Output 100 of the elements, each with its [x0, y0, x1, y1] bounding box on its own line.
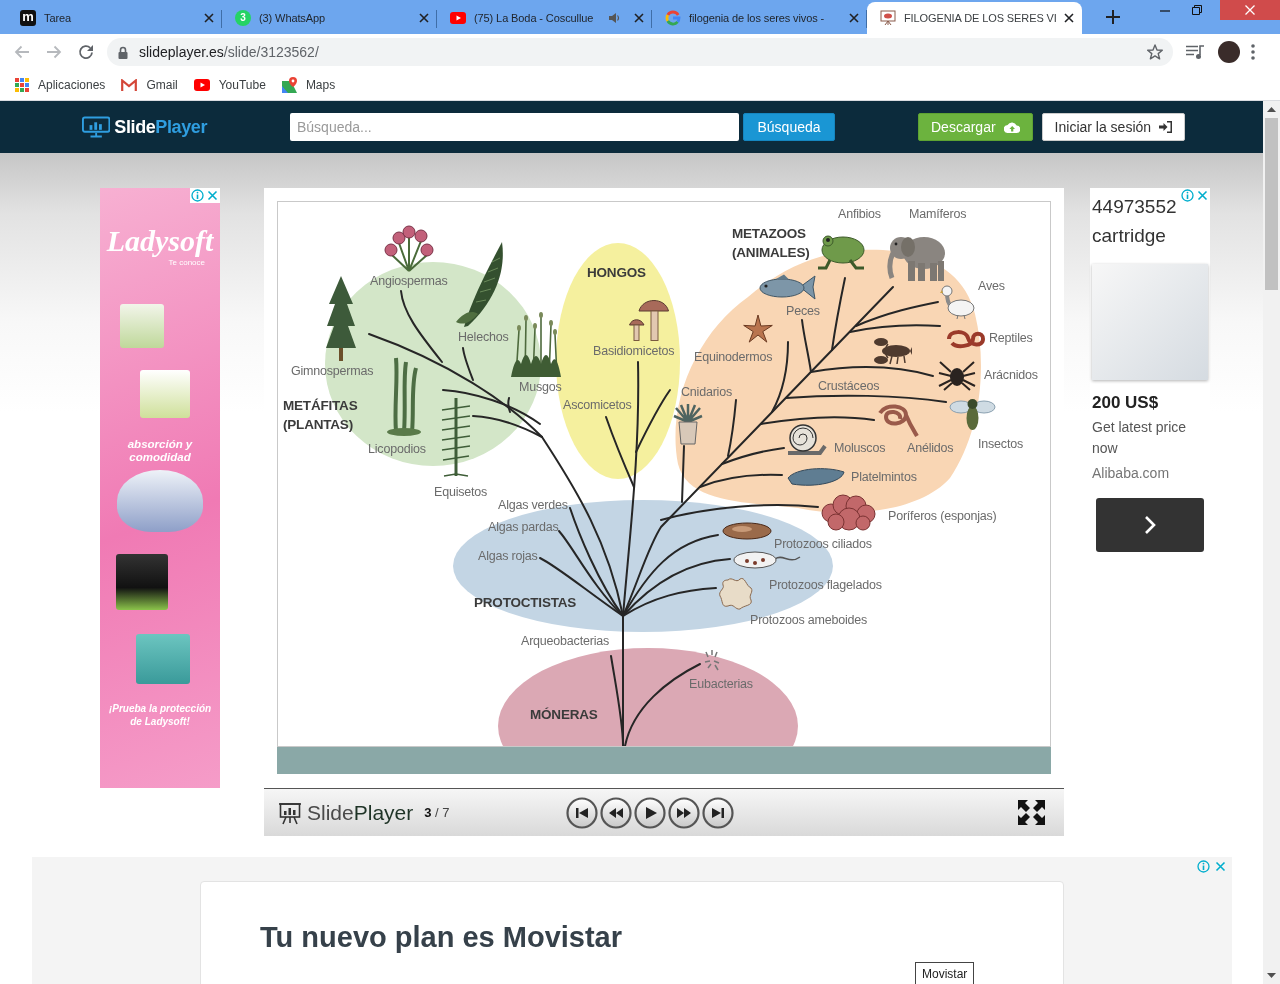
- taxon-label: Basidiomicetos: [593, 343, 675, 359]
- taxon-label: Algas rojas: [478, 548, 538, 564]
- taxon-label: Aves: [978, 278, 1005, 294]
- ad-source: Alibaba.com: [1092, 463, 1171, 483]
- next-slide-button[interactable]: [667, 796, 700, 829]
- elephant-icon: [887, 237, 945, 281]
- close-icon[interactable]: [419, 13, 429, 23]
- play-icon: [645, 806, 657, 819]
- taxon-label: Reptiles: [989, 330, 1033, 346]
- browser-tab[interactable]: FILOGENIA DE LOS SERES VI: [867, 2, 1082, 34]
- scrollbar-thumb[interactable]: [1265, 118, 1278, 290]
- starfish-icon: [743, 314, 773, 343]
- first-slide-button[interactable]: [565, 796, 598, 829]
- skip-back-icon: [575, 807, 588, 818]
- snail-icon: [788, 424, 827, 455]
- bookmark-link[interactable]: Maps: [281, 76, 336, 94]
- player-logo: SlidePlayer: [307, 799, 414, 826]
- ad-price: 200 US$: [1092, 392, 1160, 414]
- fern-icon: [456, 242, 503, 327]
- flagellate-icon: [733, 551, 801, 569]
- site-logo[interactable]: SlidePlayer: [114, 113, 207, 141]
- taxon-label: Equisetos: [434, 484, 488, 500]
- product-photo: [116, 554, 168, 610]
- browser-tab[interactable]: filogenia de los seres vivos -: [652, 2, 867, 34]
- restore-icon[interactable]: [1192, 5, 1202, 15]
- map-pin-icon: [281, 77, 297, 93]
- presentation-chart-icon: [82, 116, 111, 138]
- ad-next-button[interactable]: [1096, 497, 1204, 552]
- video-play-icon: [193, 79, 210, 91]
- chevron-right-icon: [1144, 514, 1156, 535]
- spider-icon: [938, 361, 976, 391]
- last-slide-button[interactable]: [701, 796, 734, 829]
- menu-icon[interactable]: [1251, 44, 1255, 60]
- group-title: METÁFITAS (PLANTAS): [283, 397, 358, 434]
- taxon-label: Licopodios: [368, 441, 426, 457]
- scroll-up-icon[interactable]: [1267, 107, 1276, 112]
- ad-info-icon[interactable]: [190, 188, 205, 203]
- ciliate-icon: [722, 522, 772, 540]
- taxon-label: Ascomicetos: [563, 397, 632, 413]
- group-title: PROTOCTISTAS: [474, 594, 577, 612]
- skip-forward-icon: [711, 807, 724, 818]
- reload-icon[interactable]: [78, 44, 94, 60]
- bookmark-link[interactable]: YouTube: [193, 76, 266, 94]
- new-tab-icon[interactable]: [1106, 10, 1120, 24]
- fast-forward-icon: [676, 807, 691, 818]
- fullscreen-icon[interactable]: [1018, 800, 1045, 825]
- bird-icon: [940, 285, 975, 320]
- close-icon[interactable]: [204, 13, 214, 23]
- tagline: Te conoce: [168, 258, 205, 268]
- frog-icon: [816, 235, 866, 270]
- g-logo-icon: [665, 10, 681, 26]
- media-control-icon[interactable]: [1186, 45, 1204, 59]
- fly-icon: [949, 399, 996, 430]
- taxon-label: Anélidos: [907, 440, 954, 456]
- taxon-label: Cnidarios: [681, 384, 732, 400]
- group-title: METAZOOS (ANIMALES): [732, 225, 810, 262]
- apps-grid-icon: [15, 78, 29, 92]
- club-moss-icon: [387, 357, 421, 436]
- taxon-label: Peces: [786, 303, 820, 319]
- close-icon: [1245, 5, 1255, 15]
- close-icon[interactable]: [634, 13, 644, 23]
- taxon-label: Protozoos ameboides: [750, 612, 868, 628]
- taxon-label: Angiospermas: [370, 273, 448, 289]
- login-button[interactable]: Iniciar la sesión: [1041, 113, 1186, 141]
- browser-tab[interactable]: m Tarea: [7, 2, 222, 34]
- snake-icon: [947, 330, 985, 348]
- ad-info-icon[interactable]: [1180, 188, 1195, 203]
- previous-slide-button[interactable]: [599, 796, 632, 829]
- lock-icon: [118, 45, 128, 59]
- taxon-label: Platelmintos: [851, 469, 917, 485]
- avatar-placeholder[interactable]: [1218, 41, 1240, 63]
- sponge-icon: [821, 494, 876, 531]
- chat-logo: 3: [235, 10, 251, 26]
- address-bar[interactable]: slideplayer.es/slide/3123562/: [107, 38, 1173, 66]
- taxon-label: Moluscos: [834, 440, 886, 456]
- browser-tab[interactable]: (75) La Boda - Coscullue: [437, 2, 652, 34]
- bacteria-icon: [704, 649, 720, 671]
- presentation-chart-icon: [278, 800, 302, 825]
- ad-claim: absorción y comodidad: [126, 438, 194, 464]
- taxon-label: Algas pardas: [488, 519, 559, 535]
- scroll-down-icon[interactable]: [1267, 973, 1276, 978]
- bookmark-link[interactable]: Aplicaciones: [15, 76, 106, 94]
- search-field[interactable]: Búsqueda...: [290, 113, 739, 141]
- video-play-icon: [450, 12, 466, 24]
- ad-headline: Tu nuevo plan es Movistar: [260, 920, 624, 955]
- brand-logo: Ladysoft: [106, 224, 214, 258]
- horsetail-icon: [441, 398, 471, 477]
- close-icon[interactable]: [849, 13, 859, 23]
- browser-tab[interactable]: 3 (3) WhatsApp: [222, 2, 437, 34]
- taxon-label: Helechos: [458, 329, 509, 345]
- worm-icon: [878, 404, 919, 438]
- taxon-label: Protozoos ciliados: [774, 536, 872, 552]
- bookmark-link[interactable]: Gmail: [121, 76, 178, 94]
- taxon-label: Insectos: [978, 436, 1023, 452]
- play-button[interactable]: [633, 796, 666, 829]
- ad-title: 44973552 cartridge: [1091, 195, 1178, 248]
- tree-icon: [326, 276, 356, 361]
- close-icon[interactable]: [1064, 13, 1074, 23]
- taxon-label: Musgos: [519, 379, 562, 395]
- star-icon[interactable]: [1147, 44, 1163, 60]
